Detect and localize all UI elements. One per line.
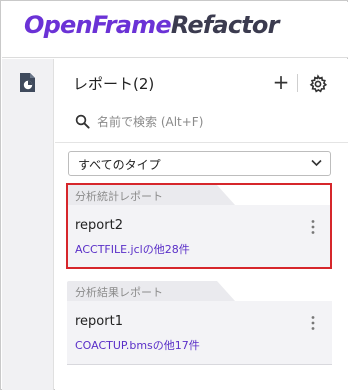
app-logo: OpenFrameRefactor bbox=[24, 11, 279, 39]
toolbar-divider bbox=[297, 74, 298, 92]
report-files-link[interactable]: COACTUP.bmsの他17件 bbox=[75, 337, 200, 353]
gear-icon[interactable] bbox=[308, 74, 328, 94]
add-report-button[interactable]: + bbox=[272, 72, 290, 92]
selection-highlight bbox=[66, 183, 332, 269]
report-document-icon[interactable] bbox=[16, 71, 40, 95]
chevron-down-icon bbox=[311, 159, 322, 167]
more-options-icon[interactable] bbox=[308, 315, 318, 331]
divider bbox=[55, 142, 348, 143]
type-filter-value: すべてのタイプ bbox=[78, 158, 161, 172]
search-input[interactable] bbox=[97, 111, 327, 133]
activity-bar bbox=[2, 59, 54, 390]
panel-title: レポート(2) bbox=[73, 75, 155, 93]
tab-edge bbox=[217, 281, 235, 301]
search-box bbox=[69, 109, 331, 135]
app-window: OpenFrameRefactor レポート(2) + 名前で検索 (Alt+F… bbox=[0, 0, 348, 390]
type-filter-select[interactable]: すべてのタイプ bbox=[68, 151, 331, 176]
brand-name-part2: Refactor bbox=[170, 11, 280, 39]
report-name: report1 bbox=[75, 314, 123, 329]
report-category: 分析結果レポート bbox=[75, 286, 163, 299]
report-category-tab: 分析結果レポート bbox=[67, 281, 217, 301]
report-card-body bbox=[67, 301, 332, 365]
brand-name-part1: OpenFrame bbox=[24, 11, 172, 39]
report-card[interactable]: 分析結果レポート report1 COACTUP.bmsの他17件 bbox=[67, 281, 332, 365]
search-icon bbox=[75, 114, 90, 129]
app-header: OpenFrameRefactor bbox=[2, 2, 348, 58]
